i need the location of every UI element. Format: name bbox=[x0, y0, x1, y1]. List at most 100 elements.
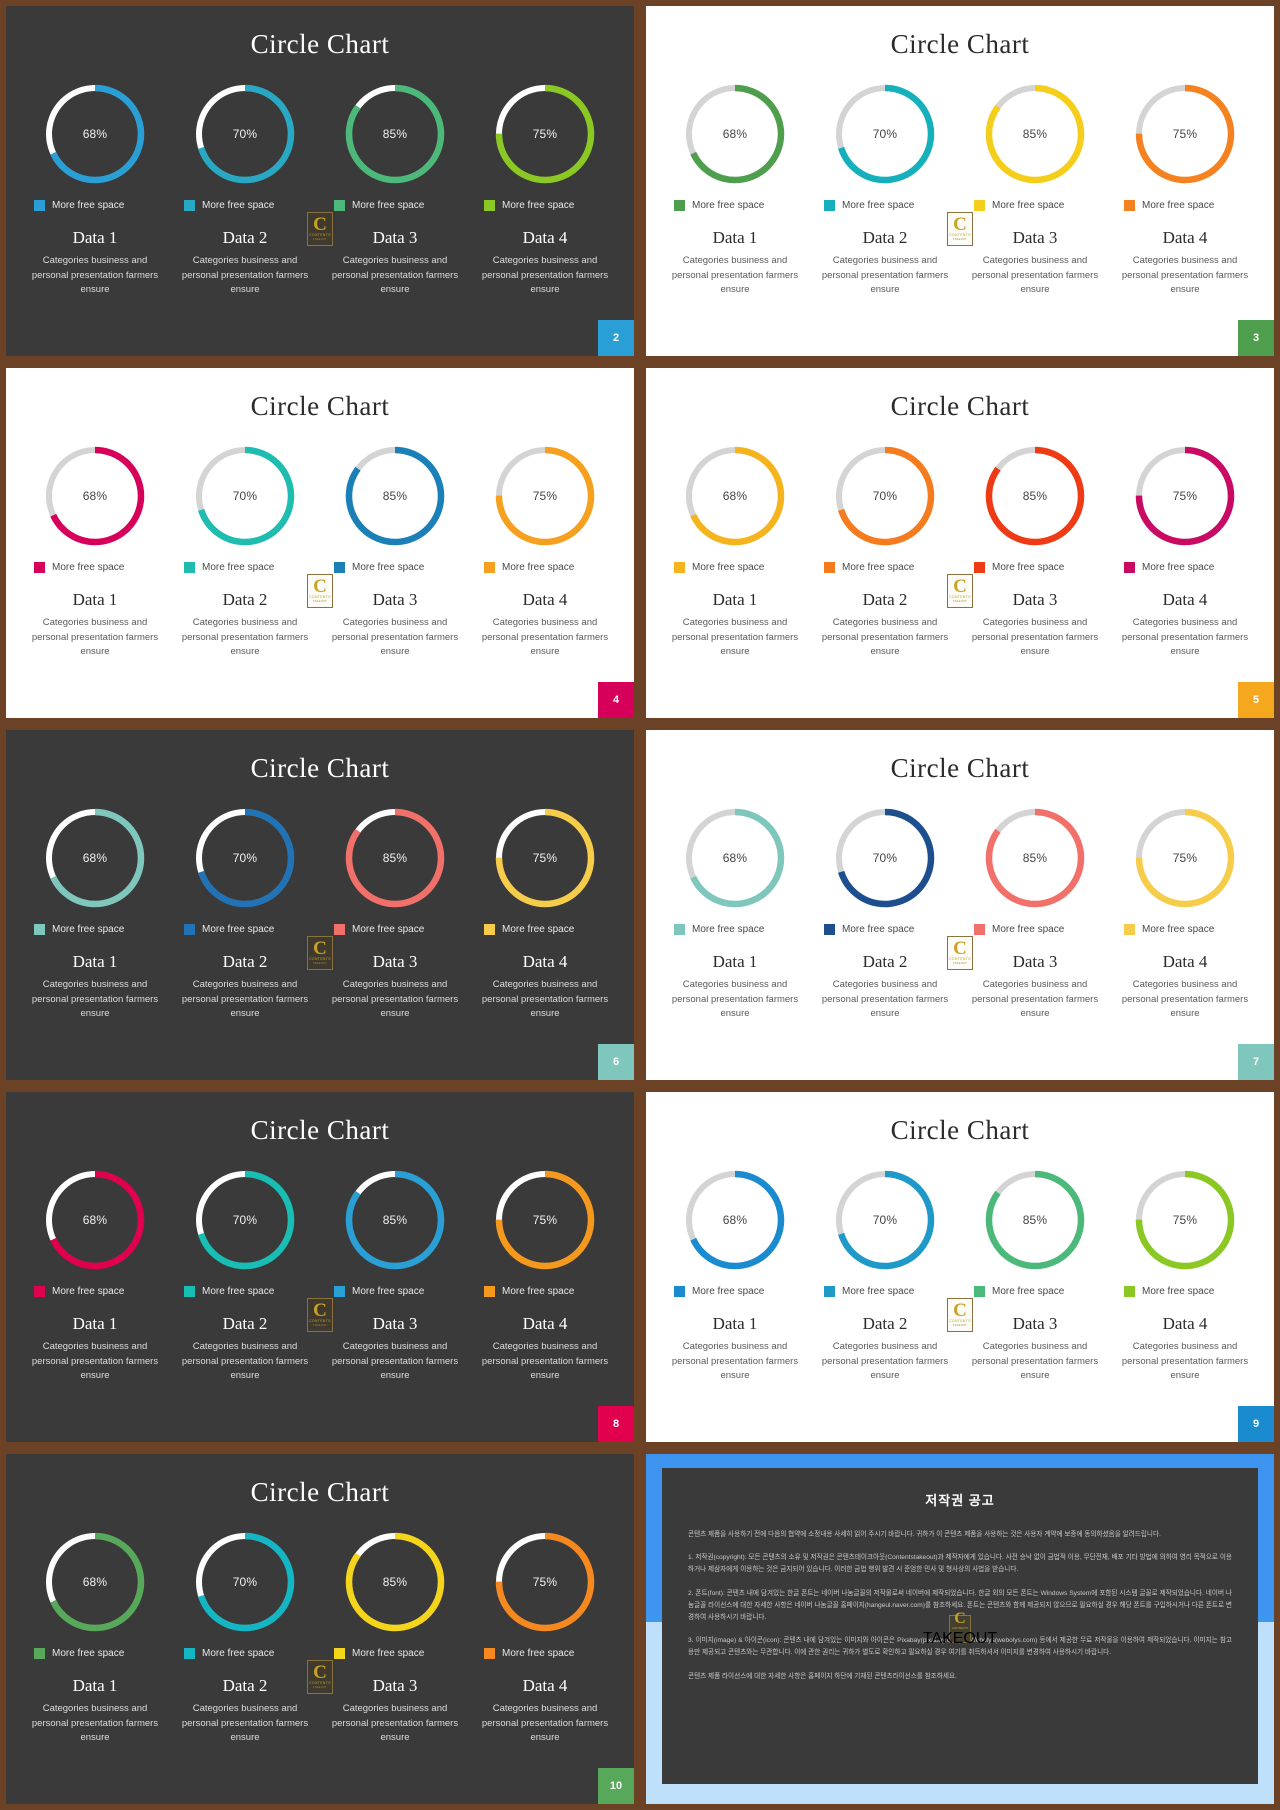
legend-label: More free space bbox=[352, 200, 425, 211]
legend-swatch bbox=[824, 200, 835, 211]
donut-chart: 68% bbox=[683, 806, 787, 910]
watermark-line2: TAKEOUT bbox=[312, 1324, 328, 1327]
slide-cell: Circle Chart 68% More free space Data 1 Cate… bbox=[640, 1086, 1280, 1448]
donut-percent-label: 75% bbox=[1172, 851, 1198, 865]
chart-column: 85% More free space Data 3 Categories busin… bbox=[960, 1168, 1110, 1384]
legend-swatch bbox=[974, 1286, 985, 1297]
legend-row: More free space bbox=[34, 924, 170, 935]
chart-column: 70% More free space Data 2 Categories busin… bbox=[170, 82, 320, 298]
data-title: Data 2 bbox=[222, 1676, 268, 1695]
legend-row: More free space bbox=[334, 200, 470, 211]
copyright-slide[interactable]: 저작권 공고 콘텐츠 제품을 사용하기 전에 다음의 협약에 소정내용 사세히 읽… bbox=[646, 1454, 1274, 1804]
donut-chart: 75% bbox=[493, 1530, 597, 1634]
data-title: Data 3 bbox=[372, 228, 418, 247]
slide-4[interactable]: Circle Chart 68% More free space Data 1 Cate… bbox=[6, 368, 634, 718]
chart-column: 68% More free space Data 1 Categories busin… bbox=[20, 1168, 170, 1384]
slide-3[interactable]: Circle Chart 68% More free space Data 1 Cate… bbox=[646, 6, 1274, 356]
donut-percent-label: 75% bbox=[532, 1575, 558, 1589]
data-title: Data 1 bbox=[72, 952, 118, 971]
donut-percent-label: 68% bbox=[82, 1575, 108, 1589]
donut-chart: 70% bbox=[193, 82, 297, 186]
legend-row: More free space bbox=[674, 1286, 810, 1297]
slide-5[interactable]: Circle Chart 68% More free space Data 1 Cate… bbox=[646, 368, 1274, 718]
legend-row: More free space bbox=[674, 924, 810, 935]
legend-swatch bbox=[974, 924, 985, 935]
legend-label: More free space bbox=[842, 924, 915, 935]
legend-row: More free space bbox=[484, 1286, 620, 1297]
donut-chart: 85% bbox=[983, 806, 1087, 910]
donut-chart: 75% bbox=[493, 444, 597, 548]
legend-row: More free space bbox=[1124, 1286, 1260, 1297]
slide-8[interactable]: Circle Chart 68% More free space Data 1 Cate… bbox=[6, 1092, 634, 1442]
legend-label: More free space bbox=[52, 1286, 125, 1297]
slide-10[interactable]: Circle Chart 68% More free space Data 1 Cate… bbox=[6, 1454, 634, 1804]
legend-label: More free space bbox=[52, 924, 125, 935]
legend-label: More free space bbox=[692, 924, 765, 935]
data-description: Categories business and personal present… bbox=[331, 1703, 459, 1744]
donut-percent-label: 70% bbox=[232, 851, 258, 865]
legend-swatch bbox=[334, 200, 345, 211]
donut-percent-label: 68% bbox=[722, 127, 748, 141]
legend-label: More free space bbox=[992, 562, 1065, 573]
data-title: Data 2 bbox=[862, 1314, 908, 1333]
slide-cell: Circle Chart 68% More free space Data 1 Cate… bbox=[640, 362, 1280, 724]
legend-swatch bbox=[1124, 562, 1135, 573]
donut-chart: 70% bbox=[833, 444, 937, 548]
legend-swatch bbox=[484, 562, 495, 573]
slide-6[interactable]: Circle Chart 68% More free space Data 1 Cate… bbox=[6, 730, 634, 1080]
legend-row: More free space bbox=[34, 1286, 170, 1297]
data-title: Data 1 bbox=[712, 1314, 758, 1333]
data-title: Data 2 bbox=[222, 952, 268, 971]
legend-label: More free space bbox=[692, 562, 765, 573]
slide-7[interactable]: Circle Chart 68% More free space Data 1 Cate… bbox=[646, 730, 1274, 1080]
chart-column: 68% More free space Data 1 Categories busin… bbox=[20, 1530, 170, 1746]
donut-percent-label: 75% bbox=[532, 851, 558, 865]
chart-column: 75% More free space Data 4 Categories busin… bbox=[470, 1168, 620, 1384]
legend-row: More free space bbox=[334, 924, 470, 935]
slide-2[interactable]: Circle Chart 68% More free space Data 1 Cate… bbox=[6, 6, 634, 356]
watermark-logo: C CONTENTS TAKEOUT bbox=[947, 936, 973, 970]
data-description: Categories business and personal present… bbox=[181, 617, 309, 658]
legend-label: More free space bbox=[502, 1648, 575, 1659]
watermark-logo: C CONTENTS TAKEOUT bbox=[947, 1298, 973, 1332]
watermark-letter: C bbox=[313, 938, 327, 959]
slide-cell: Circle Chart 68% More free space Data 1 Cate… bbox=[0, 0, 640, 362]
legend-row: More free space bbox=[484, 562, 620, 573]
donut-percent-label: 68% bbox=[82, 489, 108, 503]
charts-row: 68% More free space Data 1 Categories busin… bbox=[6, 1508, 634, 1746]
data-title: Data 1 bbox=[72, 228, 118, 247]
chart-column: 68% More free space Data 1 Categories busin… bbox=[20, 444, 170, 660]
chart-column: 70% More free space Data 2 Categories busin… bbox=[810, 82, 960, 298]
donut-chart: 68% bbox=[43, 82, 147, 186]
data-title: Data 3 bbox=[1012, 952, 1058, 971]
donut-chart: 68% bbox=[43, 806, 147, 910]
watermark-line2: TAKEOUT bbox=[922, 1629, 998, 1647]
legend-label: More free space bbox=[202, 1286, 275, 1297]
data-title: Data 1 bbox=[72, 1676, 118, 1695]
data-description: Categories business and personal present… bbox=[331, 1341, 459, 1382]
charts-row: 68% More free space Data 1 Categories busin… bbox=[6, 60, 634, 298]
watermark-line2: TAKEOUT bbox=[952, 962, 968, 965]
copyright-paragraph: 콘텐츠 제품을 사용하기 전에 다음의 협약에 소정내용 사세히 읽어 주시기 … bbox=[688, 1531, 1161, 1538]
slide-title: Circle Chart bbox=[250, 29, 390, 59]
charts-row: 68% More free space Data 1 Categories busin… bbox=[6, 784, 634, 1022]
data-description: Categories business and personal present… bbox=[1121, 255, 1249, 296]
data-description: Categories business and personal present… bbox=[671, 255, 799, 296]
charts-row: 68% More free space Data 1 Categories busin… bbox=[646, 784, 1274, 1022]
donut-percent-label: 70% bbox=[232, 489, 258, 503]
slide-9[interactable]: Circle Chart 68% More free space Data 1 Cate… bbox=[646, 1092, 1274, 1442]
legend-swatch bbox=[674, 200, 685, 211]
donut-percent-label: 68% bbox=[722, 851, 748, 865]
donut-percent-label: 68% bbox=[722, 489, 748, 503]
chart-column: 85% More free space Data 3 Categories busin… bbox=[320, 82, 470, 298]
data-title: Data 4 bbox=[522, 1314, 568, 1333]
legend-row: More free space bbox=[334, 562, 470, 573]
donut-percent-label: 85% bbox=[382, 1213, 408, 1227]
legend-row: More free space bbox=[974, 562, 1110, 573]
donut-percent-label: 70% bbox=[872, 489, 898, 503]
slide-title: Circle Chart bbox=[250, 1115, 390, 1145]
data-title: Data 4 bbox=[1162, 590, 1208, 609]
data-title: Data 2 bbox=[222, 1314, 268, 1333]
legend-label: More free space bbox=[352, 562, 425, 573]
slide-number-badge: 7 bbox=[1238, 1044, 1274, 1080]
